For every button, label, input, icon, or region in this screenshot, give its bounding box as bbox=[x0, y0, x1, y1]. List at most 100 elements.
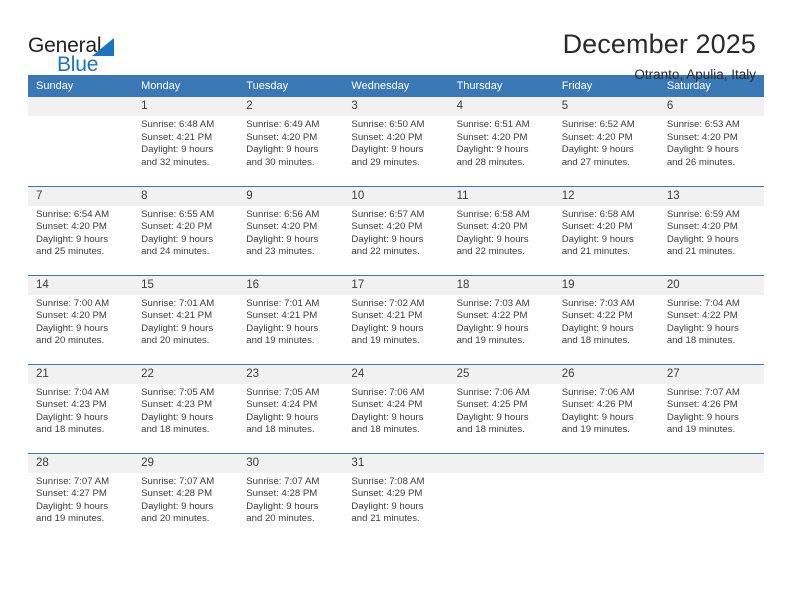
day-cell[interactable]: 5 Sunrise: 6:52 AM Sunset: 4:20 PM Daylight… bbox=[553, 97, 659, 186]
day-detail-line: Daylight: 9 hours bbox=[456, 322, 529, 334]
day-detail-line: Sunset: 4:20 PM bbox=[456, 221, 528, 233]
day-cell[interactable]: 16 Sunrise: 7:01 AM Sunset: 4:21 PM Dayligh… bbox=[238, 274, 344, 364]
day-cell[interactable]: 25 Sunrise: 7:06 AM Sunset: 4:25 PM Dayligh… bbox=[448, 363, 554, 453]
day-detail-line: and 27 minutes. bbox=[561, 156, 630, 168]
day-cell-empty bbox=[553, 452, 659, 542]
day-details: Sunrise: 7:07 AM Sunset: 4:28 PM Daylight:… bbox=[133, 473, 238, 526]
day-detail-line: and 18 minutes. bbox=[246, 424, 315, 436]
day-cell[interactable]: 11 Sunrise: 6:58 AM Sunset: 4:20 PM Dayligh… bbox=[448, 185, 554, 275]
day-cell[interactable]: 6 Sunrise: 6:53 AM Sunset: 4:20 PM Daylight… bbox=[658, 97, 764, 186]
day-number bbox=[28, 97, 134, 116]
day-detail-line: and 18 minutes. bbox=[456, 424, 525, 436]
day-number: 20 bbox=[658, 275, 764, 295]
day-cell[interactable]: 9 Sunrise: 6:56 AM Sunset: 4:20 PM Daylight… bbox=[238, 185, 344, 275]
day-detail-line: and 30 minutes. bbox=[246, 156, 315, 168]
day-number: 14 bbox=[28, 275, 134, 295]
day-cell[interactable]: 21 Sunrise: 7:04 AM Sunset: 4:23 PM Dayligh… bbox=[28, 363, 134, 453]
day-detail-line: Sunrise: 7:07 AM bbox=[666, 386, 740, 398]
day-details: Sunrise: 6:51 AM Sunset: 4:20 PM Daylight:… bbox=[449, 116, 554, 169]
day-detail-line: Daylight: 9 hours bbox=[141, 144, 214, 156]
day-cell[interactable]: 8 Sunrise: 6:55 AM Sunset: 4:20 PM Daylight… bbox=[133, 185, 239, 275]
day-cell[interactable]: 29 Sunrise: 7:07 AM Sunset: 4:28 PM Dayligh… bbox=[133, 452, 239, 542]
day-cell[interactable]: 20 Sunrise: 7:04 AM Sunset: 4:22 PM Dayligh… bbox=[658, 274, 764, 364]
day-details: Sunrise: 7:08 AM Sunset: 4:29 PM Daylight:… bbox=[343, 473, 448, 526]
day-cell[interactable]: 18 Sunrise: 7:03 AM Sunset: 4:22 PM Dayligh… bbox=[448, 274, 554, 364]
day-number: 24 bbox=[343, 364, 449, 384]
day-detail-line: Sunrise: 7:03 AM bbox=[456, 297, 530, 309]
day-number: 9 bbox=[238, 186, 344, 206]
day-detail-line: Sunset: 4:29 PM bbox=[351, 488, 423, 500]
day-number: 18 bbox=[448, 275, 554, 295]
day-cell[interactable]: 14 Sunrise: 7:00 AM Sunset: 4:20 PM Dayligh… bbox=[28, 274, 134, 364]
day-detail-line: Sunrise: 6:56 AM bbox=[246, 208, 320, 220]
day-cell[interactable]: 28 Sunrise: 7:07 AM Sunset: 4:27 PM Dayligh… bbox=[28, 452, 134, 542]
day-number: 21 bbox=[28, 364, 134, 384]
day-number: 5 bbox=[553, 97, 659, 116]
day-detail-line: Daylight: 9 hours bbox=[351, 500, 424, 512]
day-number: 13 bbox=[658, 186, 764, 206]
day-number: 23 bbox=[238, 364, 344, 384]
day-detail-line: Daylight: 9 hours bbox=[666, 411, 739, 423]
day-cell[interactable]: 3 Sunrise: 6:50 AM Sunset: 4:20 PM Daylight… bbox=[343, 97, 449, 186]
week-row: 14 Sunrise: 7:00 AM Sunset: 4:20 PM Dayligh… bbox=[28, 274, 764, 364]
day-cell[interactable]: 30 Sunrise: 7:07 AM Sunset: 4:28 PM Dayligh… bbox=[238, 452, 344, 542]
day-cell[interactable]: 2 Sunrise: 6:49 AM Sunset: 4:20 PM Daylight… bbox=[238, 97, 344, 186]
day-detail-line: and 19 minutes. bbox=[666, 424, 736, 436]
day-detail-line: Sunset: 4:20 PM bbox=[246, 221, 318, 233]
day-detail-line: Sunset: 4:23 PM bbox=[36, 399, 107, 411]
day-number: 31 bbox=[343, 453, 449, 473]
day-detail-line: Sunrise: 6:58 AM bbox=[561, 208, 635, 220]
day-details: Sunrise: 7:01 AM Sunset: 4:21 PM Daylight:… bbox=[238, 295, 343, 348]
day-details: Sunrise: 7:07 AM Sunset: 4:27 PM Daylight:… bbox=[28, 473, 133, 526]
day-detail-line: Sunrise: 7:01 AM bbox=[246, 297, 320, 309]
day-cell[interactable]: 19 Sunrise: 7:03 AM Sunset: 4:22 PM Dayligh… bbox=[553, 274, 659, 364]
day-cell[interactable]: 22 Sunrise: 7:05 AM Sunset: 4:23 PM Dayligh… bbox=[133, 363, 239, 453]
day-cell[interactable]: 7 Sunrise: 6:54 AM Sunset: 4:20 PM Daylight… bbox=[28, 185, 134, 275]
day-cell[interactable]: 4 Sunrise: 6:51 AM Sunset: 4:20 PM Daylight… bbox=[448, 97, 554, 186]
day-number: 29 bbox=[133, 453, 239, 473]
day-details: Sunrise: 7:04 AM Sunset: 4:22 PM Daylight:… bbox=[659, 295, 764, 348]
day-details: Sunrise: 7:06 AM Sunset: 4:26 PM Daylight:… bbox=[554, 384, 659, 437]
title-block: December 2025 Otranto, Apulia, Italy bbox=[563, 28, 756, 83]
brand-logo[interactable]: General Blue bbox=[28, 28, 148, 80]
calendar-page: General Blue December 2025 Otranto, Apul… bbox=[0, 0, 792, 612]
day-cell[interactable]: 24 Sunrise: 7:06 AM Sunset: 4:24 PM Dayligh… bbox=[343, 363, 449, 453]
day-number: 26 bbox=[553, 364, 659, 384]
day-detail-line: and 19 minutes. bbox=[351, 335, 420, 347]
day-detail-line: Sunrise: 7:04 AM bbox=[666, 297, 740, 309]
day-cell[interactable]: 23 Sunrise: 7:05 AM Sunset: 4:24 PM Dayligh… bbox=[238, 363, 344, 453]
day-cell[interactable]: 13 Sunrise: 6:59 AM Sunset: 4:20 PM Dayligh… bbox=[658, 185, 764, 275]
day-detail-line: and 28 minutes. bbox=[456, 156, 525, 168]
day-details: Sunrise: 7:05 AM Sunset: 4:24 PM Daylight:… bbox=[238, 384, 343, 437]
day-details: Sunrise: 7:02 AM Sunset: 4:21 PM Daylight:… bbox=[343, 295, 448, 348]
day-number: 4 bbox=[448, 97, 554, 116]
day-detail-line: Sunset: 4:28 PM bbox=[141, 488, 213, 500]
day-detail-line: Daylight: 9 hours bbox=[456, 144, 529, 156]
day-cell[interactable]: 10 Sunrise: 6:57 AM Sunset: 4:20 PM Dayligh… bbox=[343, 185, 449, 275]
day-cell[interactable]: 1 Sunrise: 6:48 AM Sunset: 4:21 PM Daylight… bbox=[133, 97, 239, 186]
day-cell[interactable]: 17 Sunrise: 7:02 AM Sunset: 4:21 PM Dayligh… bbox=[343, 274, 449, 364]
day-detail-line: Sunset: 4:25 PM bbox=[456, 399, 528, 411]
day-detail-line: Sunrise: 6:58 AM bbox=[456, 208, 530, 220]
day-details: Sunrise: 6:59 AM Sunset: 4:20 PM Daylight:… bbox=[659, 206, 764, 259]
day-detail-line: Daylight: 9 hours bbox=[246, 233, 319, 245]
day-cell[interactable]: 26 Sunrise: 7:06 AM Sunset: 4:26 PM Dayligh… bbox=[553, 363, 659, 453]
day-number: 6 bbox=[658, 97, 764, 116]
day-cell[interactable]: 12 Sunrise: 6:58 AM Sunset: 4:20 PM Dayligh… bbox=[553, 185, 659, 275]
day-detail-line: Daylight: 9 hours bbox=[141, 411, 214, 423]
day-detail-line: Sunrise: 7:04 AM bbox=[36, 386, 110, 398]
day-number: 8 bbox=[133, 186, 239, 206]
day-number: 7 bbox=[28, 186, 134, 206]
day-number: 3 bbox=[343, 97, 449, 116]
day-details: Sunrise: 6:54 AM Sunset: 4:20 PM Daylight:… bbox=[28, 206, 133, 259]
day-detail-line: Sunrise: 7:07 AM bbox=[141, 475, 215, 487]
day-detail-line: Daylight: 9 hours bbox=[351, 144, 424, 156]
day-cell[interactable]: 31 Sunrise: 7:08 AM Sunset: 4:29 PM Dayligh… bbox=[343, 452, 449, 542]
day-cell-empty bbox=[28, 97, 134, 186]
weekday-header-thursday: Thursday bbox=[448, 75, 554, 97]
day-cell[interactable]: 15 Sunrise: 7:01 AM Sunset: 4:21 PM Dayligh… bbox=[133, 274, 239, 364]
day-cell[interactable]: 27 Sunrise: 7:07 AM Sunset: 4:26 PM Dayligh… bbox=[658, 363, 764, 453]
day-detail-line: Sunset: 4:21 PM bbox=[246, 310, 318, 322]
day-detail-line: Sunset: 4:20 PM bbox=[351, 131, 423, 143]
day-detail-line: Sunrise: 7:05 AM bbox=[141, 386, 215, 398]
